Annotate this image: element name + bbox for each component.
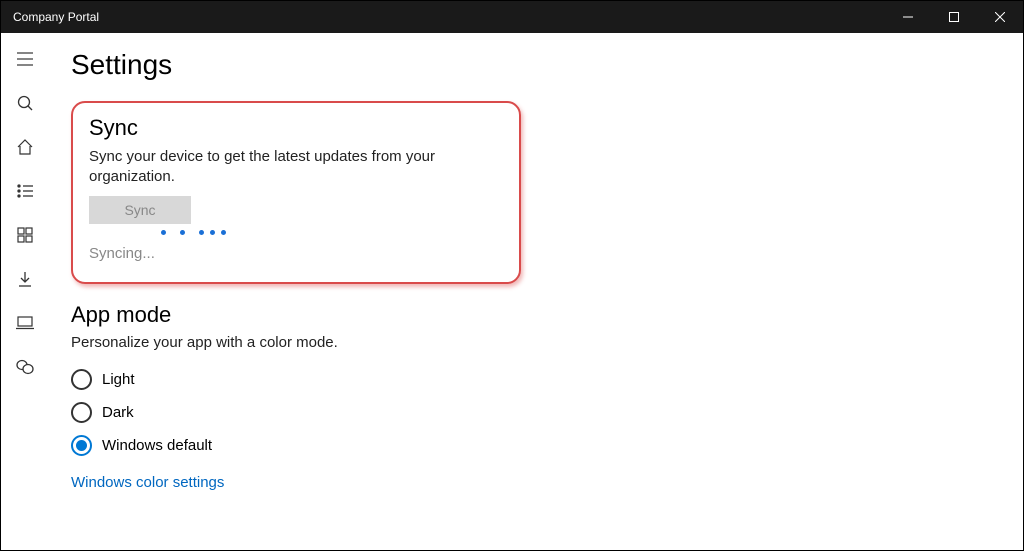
radio-icon <box>71 402 92 423</box>
home-icon[interactable] <box>5 127 45 167</box>
maximize-button[interactable] <box>931 1 977 33</box>
apps-icon[interactable] <box>5 215 45 255</box>
page-title: Settings <box>71 49 1023 81</box>
radio-icon <box>71 435 92 456</box>
list-icon[interactable] <box>5 171 45 211</box>
hamburger-icon[interactable] <box>5 39 45 79</box>
sync-description: Sync your device to get the latest updat… <box>89 147 503 188</box>
minimize-button[interactable] <box>885 1 931 33</box>
windows-color-settings-link[interactable]: Windows color settings <box>71 474 224 491</box>
download-icon[interactable] <box>5 259 45 299</box>
app-mode-section: App mode Personalize your app with a col… <box>71 302 1023 492</box>
sync-section: Sync Sync your device to get the latest … <box>71 101 521 284</box>
sync-heading: Sync <box>89 115 503 141</box>
titlebar: Company Portal <box>1 1 1023 33</box>
progress-dots <box>161 230 503 235</box>
radio-light[interactable]: Light <box>71 369 1023 390</box>
radio-windows-default[interactable]: Windows default <box>71 435 1023 456</box>
radio-icon <box>71 369 92 390</box>
window-title: Company Portal <box>13 10 99 24</box>
content-area: Settings Sync Sync your device to get th… <box>49 33 1023 550</box>
sync-status: Syncing... <box>89 245 503 262</box>
app-mode-description: Personalize your app with a color mode. <box>71 334 1023 351</box>
radio-dark[interactable]: Dark <box>71 402 1023 423</box>
radio-label: Windows default <box>102 437 212 454</box>
device-icon[interactable] <box>5 303 45 343</box>
sync-button[interactable]: Sync <box>89 196 191 224</box>
close-button[interactable] <box>977 1 1023 33</box>
nav-rail <box>1 33 49 550</box>
search-icon[interactable] <box>5 83 45 123</box>
app-mode-heading: App mode <box>71 302 1023 328</box>
radio-label: Dark <box>102 404 134 421</box>
support-icon[interactable] <box>5 347 45 387</box>
radio-label: Light <box>102 371 135 388</box>
